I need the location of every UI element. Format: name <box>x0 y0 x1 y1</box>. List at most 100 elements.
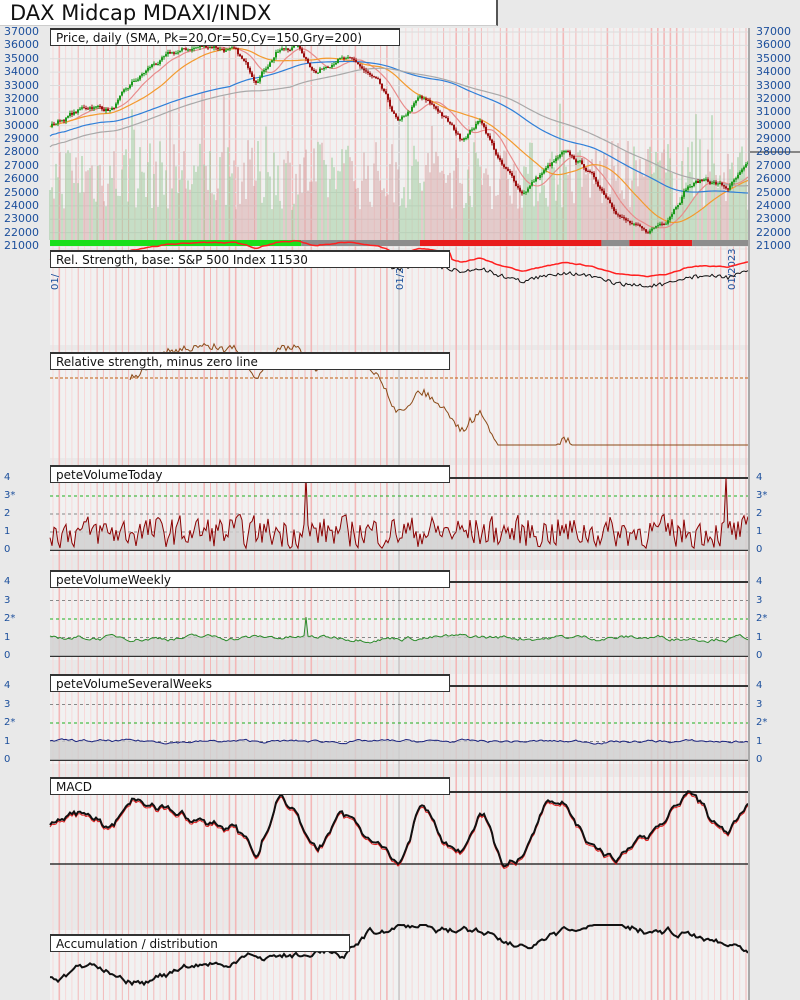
volume-bar <box>495 195 497 240</box>
candle-body <box>671 214 673 217</box>
candle-body <box>601 188 603 191</box>
candle-body <box>345 58 347 60</box>
volume-bar <box>691 141 693 240</box>
volume-bar <box>319 144 321 240</box>
candle-body <box>319 68 321 73</box>
candle-body <box>197 47 199 49</box>
volume-axis-tick: 1 <box>4 631 11 643</box>
candle-body <box>521 191 523 194</box>
candle-body <box>143 73 145 75</box>
candle-body <box>59 120 61 122</box>
candle-body <box>257 81 259 83</box>
volume-bar <box>631 180 633 240</box>
volume-bar <box>711 115 713 240</box>
candle-body <box>51 123 53 127</box>
candle-body <box>289 49 291 51</box>
volume-bar <box>145 197 147 240</box>
volume-bar <box>57 177 59 240</box>
volume-bar <box>725 201 727 240</box>
candle-body <box>381 83 383 89</box>
rs-panel-label: Rel. Strength, base: S&P 500 Index 11530 <box>50 250 450 268</box>
volume-bar <box>493 103 495 241</box>
candle-body <box>419 96 421 98</box>
candle-body <box>681 196 683 204</box>
volume-bar <box>179 179 181 240</box>
candle-body <box>559 154 561 158</box>
volume-bar <box>237 166 239 240</box>
volume-bar <box>163 194 165 240</box>
candle-body <box>679 203 681 206</box>
volume-axis-tick: 2* <box>4 613 16 624</box>
candle-body <box>149 67 151 69</box>
volume-bar <box>323 160 325 240</box>
candle-body <box>161 57 163 61</box>
candle-body <box>437 108 439 112</box>
volume-bar <box>151 208 153 240</box>
candle-body <box>157 63 159 65</box>
volume-axis-tick: 4 <box>756 576 763 587</box>
candle-body <box>329 67 331 69</box>
candle-body <box>95 106 97 108</box>
price-axis-tick: 30000 <box>756 118 791 132</box>
vol-several-panel-label: peteVolumeSeveralWeeks <box>50 674 450 692</box>
volume-bar <box>229 176 231 240</box>
candle-body <box>571 155 573 157</box>
volume-bar <box>455 149 457 240</box>
candle-body <box>121 91 123 96</box>
candle-body <box>55 123 57 125</box>
candle-body <box>639 224 641 227</box>
volume-bar <box>193 165 195 240</box>
volume-bar <box>297 194 299 240</box>
candle-body <box>719 182 721 184</box>
candle-body <box>215 46 217 48</box>
volume-bar <box>461 183 463 240</box>
volume-bar <box>589 197 591 240</box>
candle-body <box>331 65 333 68</box>
candle-body <box>655 226 657 228</box>
volume-bar <box>613 165 615 240</box>
volume-bar <box>127 201 129 240</box>
volume-bar <box>167 208 169 240</box>
candle-body <box>299 45 301 49</box>
volume-bar <box>413 145 415 240</box>
price-axis-tick: 24000 <box>756 198 791 212</box>
volume-bar <box>417 161 419 240</box>
candle-body <box>707 179 709 182</box>
candle-body <box>649 230 651 234</box>
candle-body <box>313 69 315 71</box>
candle-body <box>141 73 143 76</box>
candle-body <box>253 76 255 81</box>
candle-body <box>587 170 589 172</box>
candle-body <box>211 47 213 49</box>
vol-weekly-panel-label: peteVolumeWeekly <box>50 570 450 588</box>
candle-body <box>217 47 219 50</box>
candle-body <box>723 185 725 187</box>
candle-body <box>709 181 711 184</box>
candle-body <box>641 226 643 229</box>
candle-body <box>235 47 237 49</box>
volume-bar <box>557 184 559 240</box>
price-axis-tick: 24000 <box>4 198 39 212</box>
volume-bar <box>653 172 655 240</box>
candle-body <box>105 108 107 112</box>
candle-body <box>145 70 147 74</box>
volume-axis-tick: 0 <box>4 650 11 661</box>
candle-body <box>737 174 739 179</box>
candle-body <box>353 58 355 60</box>
volume-bar <box>485 168 487 240</box>
volume-bar <box>137 188 139 240</box>
candle-body <box>77 109 79 113</box>
candle-body <box>631 223 633 225</box>
volume-bar <box>195 171 197 240</box>
volume-bar <box>591 158 593 240</box>
candle-body <box>177 52 179 54</box>
volume-bar <box>313 148 315 240</box>
volume-bar <box>205 166 207 240</box>
candle-body <box>75 111 77 113</box>
price-axis-tick: 27000 <box>756 158 791 172</box>
candle-body <box>459 133 461 140</box>
volume-bar <box>427 153 429 240</box>
candle-body <box>529 185 531 189</box>
candle-body <box>735 178 737 180</box>
volume-bar <box>501 166 503 240</box>
